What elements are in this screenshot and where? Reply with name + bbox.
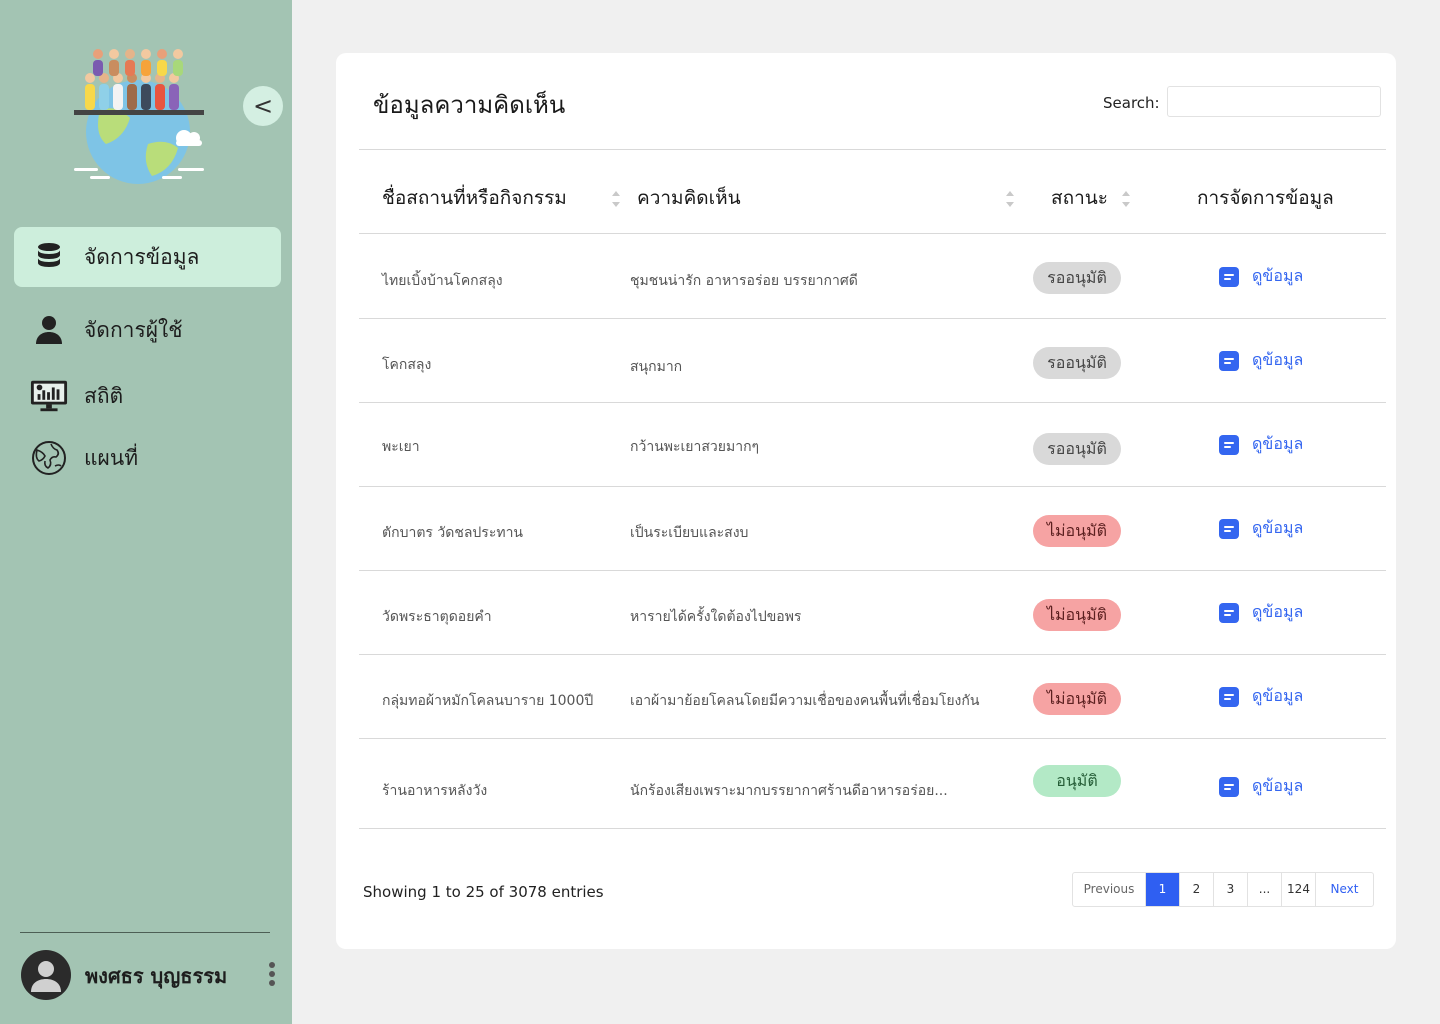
view-details-label: ดูข้อมูล: [1252, 518, 1304, 537]
view-details-label: ดูข้อมูล: [1252, 686, 1304, 705]
pagination-page[interactable]: 2: [1180, 873, 1214, 906]
comments-table-card: ข้อมูลความคิดเห็น Search: ชื่อสถานที่หรื…: [336, 53, 1396, 949]
document-icon: [1219, 266, 1239, 287]
status-badge: ไม่อนุมัติ: [1033, 599, 1121, 631]
cell-place: ไทยเบิ้งบ้านโคกสลุง: [382, 273, 503, 289]
column-header-place[interactable]: ชื่อสถานที่หรือกิจกรรม: [382, 183, 567, 213]
cell-place: ตักบาตร วัดชลประทาน: [382, 525, 523, 541]
document-icon: [1219, 686, 1239, 707]
document-icon: [1219, 518, 1239, 539]
nav-label: จัดการผู้ใช้: [84, 317, 183, 342]
sort-comment-icon[interactable]: [1005, 189, 1015, 211]
cell-comment: ชุมชนน่ารัก อาหารอร่อย บรรยากาศดี: [630, 273, 858, 289]
sort-place-icon[interactable]: [611, 189, 621, 211]
sidebar-collapse-button[interactable]: <: [243, 86, 283, 126]
cell-place: ร้านอาหารหลังวัง: [382, 783, 488, 799]
cell-comment: กว้านพะเยาสวยมากๆ: [630, 439, 760, 455]
view-details-link[interactable]: ดูข้อมูล: [1219, 684, 1303, 709]
nav-item-manage-users[interactable]: จัดการผู้ใช้: [14, 300, 281, 360]
table-row: ไทยเบิ้งบ้านโคกสลุง ชุมชนน่ารัก อาหารอร่อ…: [359, 234, 1386, 319]
table-row: กลุ่มทอผ้าหมักโคลนบาราย 1000ปี เอาผ้ามาย้…: [359, 654, 1386, 739]
column-header-actions: การจัดการข้อมูล: [1197, 187, 1334, 209]
view-details-link[interactable]: ดูข้อมูล: [1219, 264, 1303, 289]
user-avatar-icon: [31, 961, 61, 992]
view-details-link[interactable]: ดูข้อมูล: [1219, 348, 1303, 373]
nav-item-map[interactable]: แผนที่: [14, 428, 281, 488]
pagination-page[interactable]: 3: [1214, 873, 1248, 906]
view-details-label: ดูข้อมูล: [1252, 434, 1304, 453]
app-logo: [74, 49, 204, 184]
pagination: Previous 1 2 3 ... 124 Next: [1072, 872, 1374, 907]
search-input[interactable]: [1167, 86, 1381, 117]
pagination-ellipsis: ...: [1248, 873, 1282, 906]
pagination-next[interactable]: Next: [1316, 873, 1373, 906]
status-badge: ไม่อนุมัติ: [1033, 515, 1121, 547]
nav-label: แผนที่: [84, 445, 139, 470]
globe-icon: [30, 439, 68, 477]
nav-item-manage-data[interactable]: จัดการข้อมูล: [14, 227, 281, 287]
pagination-previous[interactable]: Previous: [1073, 873, 1146, 906]
table-row: โคกสลุง สนุกมาก รออนุมัติ ดูข้อมูล: [359, 318, 1386, 403]
column-header-comment[interactable]: ความคิดเห็น: [637, 183, 741, 213]
cell-place: วัดพระธาตุดอยคำ: [382, 609, 492, 625]
status-badge: รออนุมัติ: [1033, 433, 1121, 465]
cell-place: พะเยา: [382, 439, 420, 455]
cell-comment: นักร้องเสียงเพราะมากบรรยากาศร้านดีอาหารอ…: [630, 783, 948, 799]
database-icon: [30, 238, 68, 276]
statistics-monitor-icon: [30, 377, 68, 415]
page-title: ข้อมูลความคิดเห็น: [373, 91, 566, 119]
cell-place: โคกสลุง: [382, 357, 432, 373]
view-details-label: ดูข้อมูล: [1252, 602, 1304, 621]
status-badge: รออนุมัติ: [1033, 262, 1121, 294]
status-badge: ไม่อนุมัติ: [1033, 683, 1121, 715]
nav-item-statistics[interactable]: สถิติ: [14, 366, 281, 426]
avatar[interactable]: [21, 950, 71, 1000]
sidebar: < จัดการข้อมูล จัดการผู้ใช้ สถิติ แผนที่…: [0, 0, 292, 1024]
view-details-label: ดูข้อมูล: [1252, 266, 1304, 285]
status-badge: รออนุมัติ: [1033, 347, 1121, 379]
cell-place: กลุ่มทอผ้าหมักโคลนบาราย 1000ปี: [382, 693, 594, 709]
row-divider: [359, 828, 1386, 829]
cell-comment: เอาผ้ามาย้อยโคลนโดยมีความเชื่อของคนพื้นท…: [630, 693, 980, 709]
cell-comment: สนุกมาก: [630, 359, 683, 375]
header-divider: [359, 149, 1386, 150]
view-details-link[interactable]: ดูข้อมูล: [1219, 432, 1303, 457]
table-row: ร้านอาหารหลังวัง นักร้องเสียงเพราะมากบรรย…: [359, 738, 1386, 829]
status-badge: อนุมัติ: [1033, 765, 1121, 797]
user-icon: [30, 311, 68, 349]
view-details-link[interactable]: ดูข้อมูล: [1219, 516, 1303, 541]
view-details-label: ดูข้อมูล: [1252, 776, 1304, 795]
view-details-label: ดูข้อมูล: [1252, 350, 1304, 369]
column-header-status[interactable]: สถานะ: [1051, 183, 1108, 213]
nav-label: จัดการข้อมูล: [84, 244, 200, 269]
pagination-page[interactable]: 124: [1282, 873, 1316, 906]
cell-comment: หารายได้ครั้งใดต้องไปขอพร: [630, 609, 802, 625]
view-details-link[interactable]: ดูข้อมูล: [1219, 774, 1303, 799]
document-icon: [1219, 776, 1239, 797]
nav-label: สถิติ: [84, 383, 124, 408]
document-icon: [1219, 350, 1239, 371]
table-info: Showing 1 to 25 of 3078 entries: [363, 883, 604, 901]
search-label: Search:: [1103, 94, 1160, 112]
sidebar-divider: [20, 932, 270, 933]
view-details-link[interactable]: ดูข้อมูล: [1219, 600, 1303, 625]
user-name: พงศธร บุญธรรม: [85, 964, 228, 988]
table-row: พะเยา กว้านพะเยาสวยมากๆ รออนุมัติ ดูข้อมูล: [359, 402, 1386, 487]
sort-status-icon[interactable]: [1121, 189, 1131, 211]
document-icon: [1219, 434, 1239, 455]
cell-comment: เป็นระเบียบและสงบ: [630, 525, 749, 541]
table-row: วัดพระธาตุดอยคำ หารายได้ครั้งใดต้องไปขอพร…: [359, 570, 1386, 655]
more-options-icon[interactable]: [262, 960, 282, 990]
document-icon: [1219, 602, 1239, 623]
table-row: ตักบาตร วัดชลประทาน เป็นระเบียบและสงบ ไม่อ…: [359, 486, 1386, 571]
pagination-page[interactable]: 1: [1146, 873, 1180, 906]
